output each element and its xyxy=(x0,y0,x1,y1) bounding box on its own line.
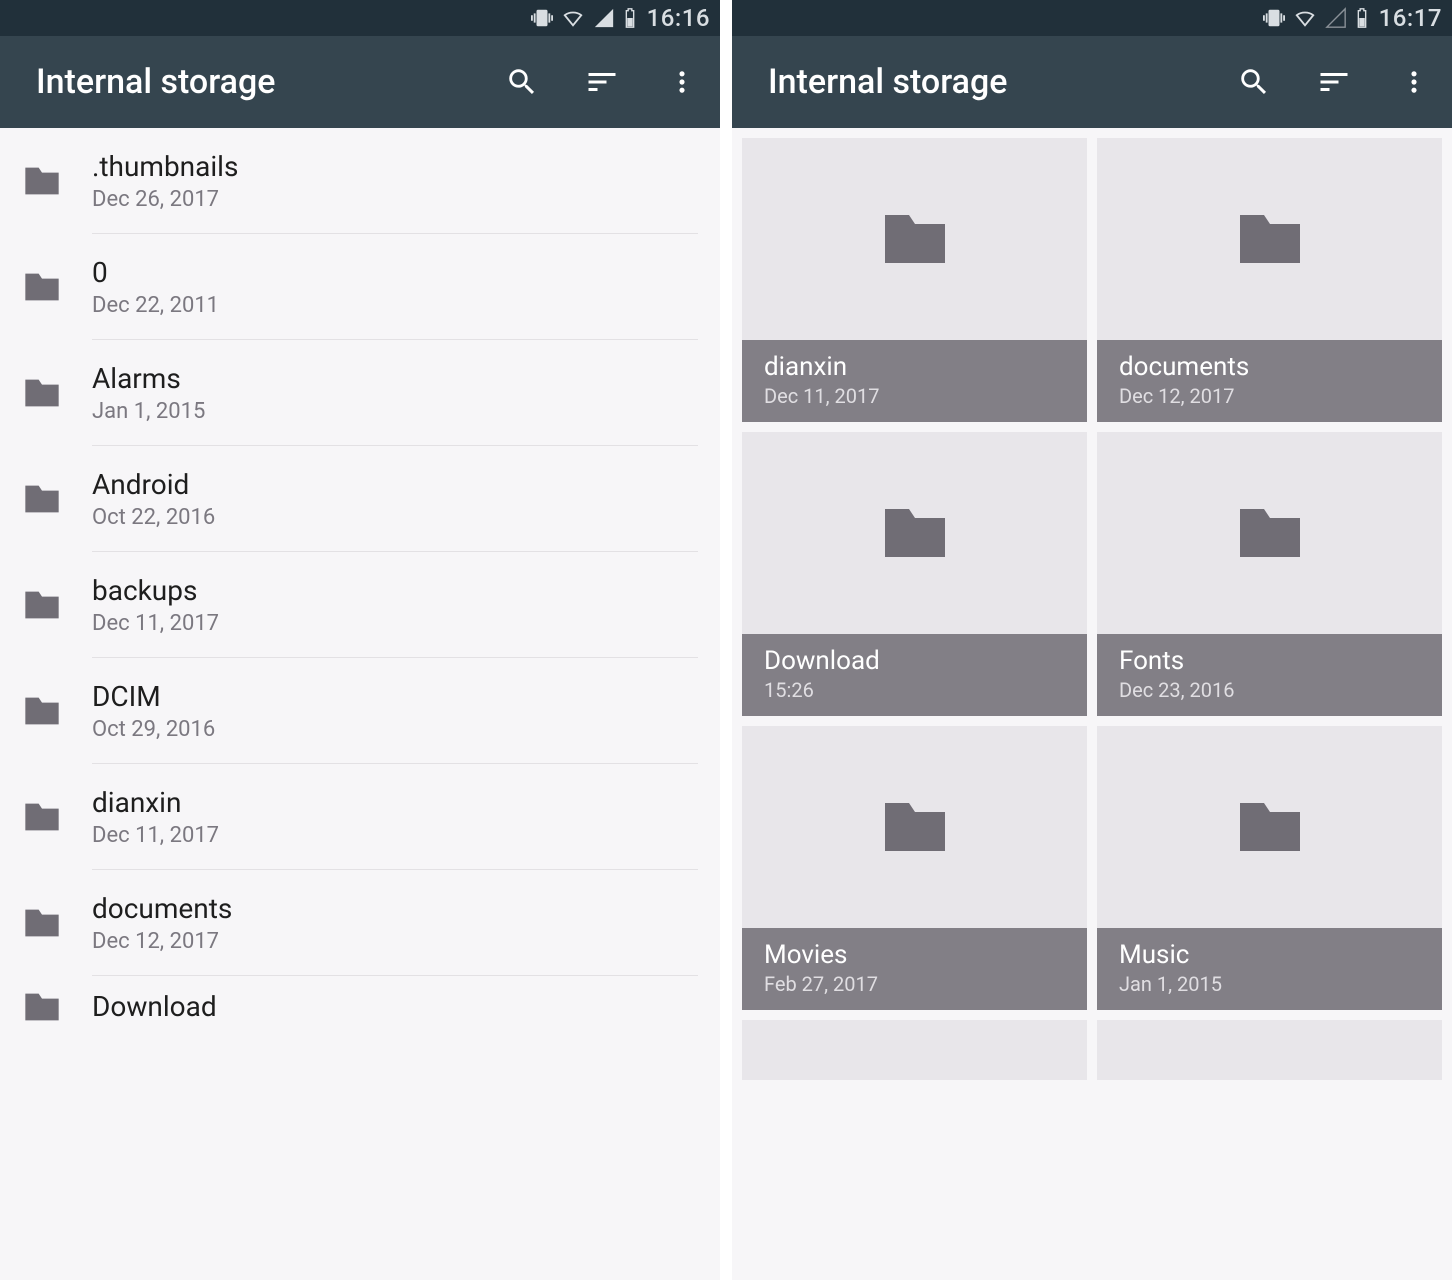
overflow-button[interactable] xyxy=(1394,62,1434,102)
folder-date: Dec 12, 2017 xyxy=(1119,384,1420,408)
status-bar: 16:16 xyxy=(0,0,720,36)
list-item[interactable]: dianxin Dec 11, 2017 xyxy=(0,764,720,870)
folder-name: Download xyxy=(764,646,1065,676)
app-bar-actions xyxy=(1234,62,1434,102)
folder-name: Android xyxy=(92,468,698,501)
battery-icon xyxy=(1355,7,1369,29)
folder-name: Alarms xyxy=(92,362,698,395)
more-vert-icon xyxy=(668,65,696,99)
grid-item[interactable]: documents Dec 12, 2017 xyxy=(1097,138,1442,422)
page-title: Internal storage xyxy=(768,62,1234,102)
folder-name: documents xyxy=(92,892,698,925)
list-item[interactable]: backups Dec 11, 2017 xyxy=(0,552,720,658)
folder-name: backups xyxy=(92,574,698,607)
folder-date: Dec 11, 2017 xyxy=(92,611,698,636)
folder-icon xyxy=(1097,138,1442,340)
folder-date: Jan 1, 2015 xyxy=(92,399,698,424)
overflow-button[interactable] xyxy=(662,62,702,102)
folder-icon xyxy=(742,138,1087,340)
status-icons xyxy=(1263,7,1369,29)
page-title: Internal storage xyxy=(36,62,502,102)
folder-date: 15:26 xyxy=(764,678,1065,702)
list-item[interactable]: Download xyxy=(0,976,720,1046)
search-icon xyxy=(505,65,539,99)
folder-icon xyxy=(22,482,92,516)
folder-icon xyxy=(742,1020,1087,1080)
folder-icon xyxy=(22,164,92,198)
wifi-icon xyxy=(1293,7,1317,29)
list-item[interactable]: DCIM Oct 29, 2016 xyxy=(0,658,720,764)
vibrate-icon xyxy=(1263,7,1285,29)
sort-icon xyxy=(1316,64,1352,100)
app-bar: Internal storage xyxy=(0,36,720,128)
more-vert-icon xyxy=(1400,65,1428,99)
folder-icon xyxy=(22,800,92,834)
folder-name: dianxin xyxy=(764,352,1065,382)
folder-icon xyxy=(22,906,92,940)
folder-grid: dianxin Dec 11, 2017 documents Dec 12, 2… xyxy=(732,128,1452,1280)
battery-icon xyxy=(623,7,637,29)
folder-date: Jan 1, 2015 xyxy=(1119,972,1420,996)
folder-icon xyxy=(1097,726,1442,928)
folder-list: .thumbnails Dec 26, 2017 0 Dec 22, 2011 … xyxy=(0,128,720,1280)
folder-name: Download xyxy=(92,990,698,1023)
folder-icon xyxy=(22,376,92,410)
folder-date: Dec 11, 2017 xyxy=(92,823,698,848)
status-clock: 16:16 xyxy=(647,4,710,32)
folder-icon xyxy=(22,990,92,1024)
folder-date: Oct 29, 2016 xyxy=(92,717,698,742)
list-item[interactable]: Android Oct 22, 2016 xyxy=(0,446,720,552)
folder-name: documents xyxy=(1119,352,1420,382)
folder-icon xyxy=(742,726,1087,928)
folder-date: Dec 12, 2017 xyxy=(92,929,698,954)
sort-icon xyxy=(584,64,620,100)
status-icons xyxy=(531,7,637,29)
grid-item[interactable]: dianxin Dec 11, 2017 xyxy=(742,138,1087,422)
cellular-icon xyxy=(1325,7,1347,29)
folder-name: DCIM xyxy=(92,680,698,713)
folder-name: 0 xyxy=(92,256,698,289)
folder-icon xyxy=(22,694,92,728)
folder-name: Movies xyxy=(764,940,1065,970)
list-item[interactable]: Alarms Jan 1, 2015 xyxy=(0,340,720,446)
folder-name: Music xyxy=(1119,940,1420,970)
app-bar-actions xyxy=(502,62,702,102)
folder-date: Dec 22, 2011 xyxy=(92,293,698,318)
list-item[interactable]: .thumbnails Dec 26, 2017 xyxy=(0,128,720,234)
folder-date: Dec 11, 2017 xyxy=(764,384,1065,408)
folder-icon xyxy=(1097,432,1442,634)
cellular-icon xyxy=(593,7,615,29)
folder-date: Dec 23, 2016 xyxy=(1119,678,1420,702)
folder-icon xyxy=(22,588,92,622)
status-clock: 16:17 xyxy=(1379,4,1442,32)
grid-item[interactable]: Music Jan 1, 2015 xyxy=(1097,726,1442,1010)
sort-button[interactable] xyxy=(582,62,622,102)
app-bar: Internal storage xyxy=(732,36,1452,128)
folder-icon xyxy=(22,270,92,304)
folder-name: dianxin xyxy=(92,786,698,819)
list-item[interactable]: documents Dec 12, 2017 xyxy=(0,870,720,976)
screenshot-list-view: 16:16 Internal storage .thumbnails Dec 2… xyxy=(0,0,726,1280)
folder-name: .thumbnails xyxy=(92,150,698,183)
vibrate-icon xyxy=(531,7,553,29)
grid-item[interactable]: Movies Feb 27, 2017 xyxy=(742,726,1087,1010)
folder-date: Dec 26, 2017 xyxy=(92,187,698,212)
folder-name: Fonts xyxy=(1119,646,1420,676)
folder-icon xyxy=(1097,1020,1442,1080)
grid-item[interactable]: Download 15:26 xyxy=(742,432,1087,716)
sort-button[interactable] xyxy=(1314,62,1354,102)
folder-date: Feb 27, 2017 xyxy=(764,972,1065,996)
folder-date: Oct 22, 2016 xyxy=(92,505,698,530)
search-icon xyxy=(1237,65,1271,99)
list-item[interactable]: 0 Dec 22, 2011 xyxy=(0,234,720,340)
search-button[interactable] xyxy=(1234,62,1274,102)
folder-icon xyxy=(742,432,1087,634)
grid-item[interactable]: Fonts Dec 23, 2016 xyxy=(1097,432,1442,716)
screenshot-grid-view: 16:17 Internal storage dianxin Dec 11, 2… xyxy=(726,0,1452,1280)
grid-item[interactable] xyxy=(1097,1020,1442,1080)
grid-item[interactable] xyxy=(742,1020,1087,1080)
status-bar: 16:17 xyxy=(732,0,1452,36)
search-button[interactable] xyxy=(502,62,542,102)
wifi-icon xyxy=(561,7,585,29)
